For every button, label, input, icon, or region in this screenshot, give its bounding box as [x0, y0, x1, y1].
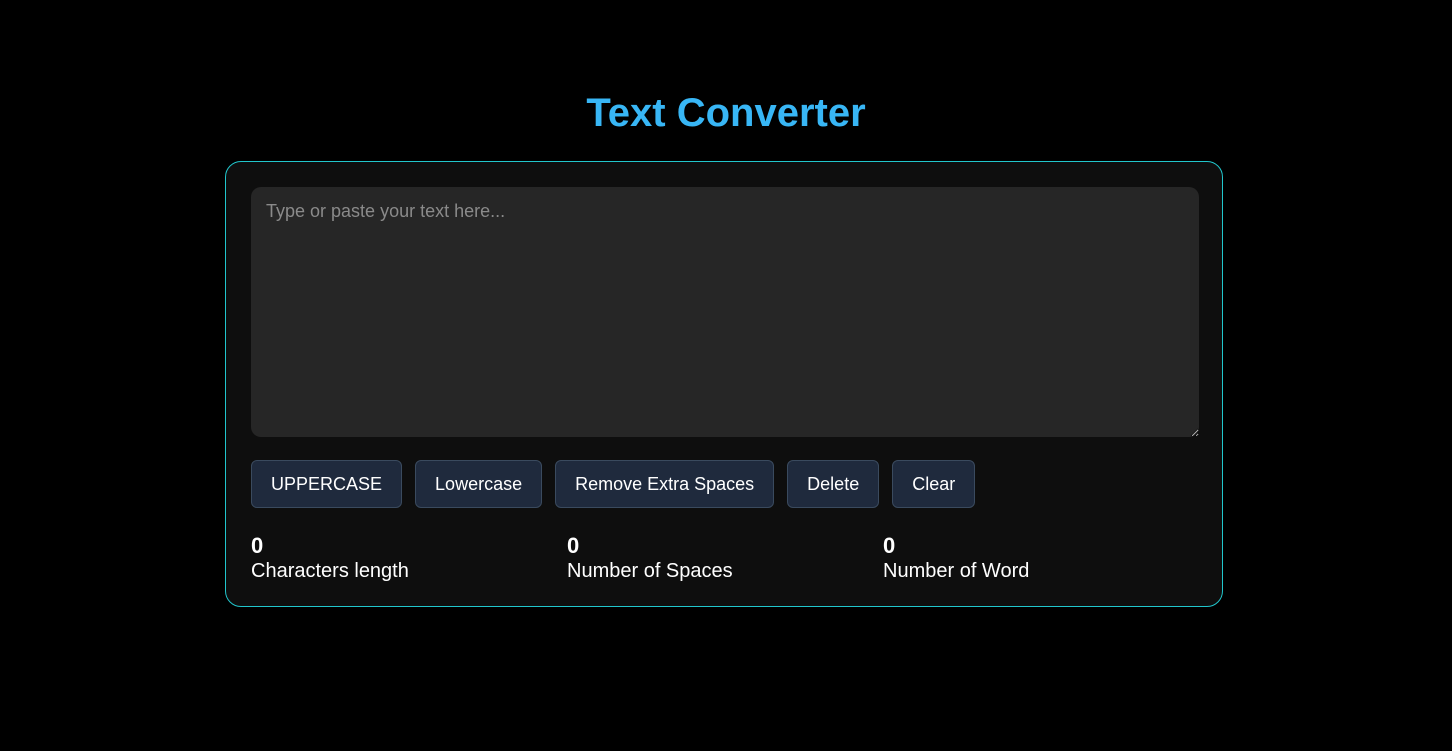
lowercase-button[interactable]: Lowercase [415, 460, 543, 508]
words-count: 0 [883, 533, 896, 558]
spaces-label: Number of Spaces [567, 560, 733, 582]
clear-button[interactable]: Clear [892, 460, 976, 508]
stat-spaces: 0 Number of Spaces [567, 534, 883, 584]
words-label: Number of Word [883, 560, 1030, 582]
converter-card: UPPERCASE Lowercase Remove Extra Spaces … [225, 161, 1223, 607]
stats-panel: 0 Characters length 0 Number of Spaces 0… [251, 534, 1199, 584]
spaces-count: 0 [567, 533, 580, 558]
page-title: Text Converter [586, 91, 866, 135]
stat-characters: 0 Characters length [251, 534, 567, 584]
delete-button[interactable]: Delete [787, 460, 880, 508]
stat-words: 0 Number of Word [883, 534, 1199, 584]
remove-extra-spaces-button[interactable]: Remove Extra Spaces [555, 460, 775, 508]
text-input[interactable] [251, 187, 1199, 437]
uppercase-button[interactable]: UPPERCASE [251, 460, 403, 508]
characters-label: Characters length [251, 560, 409, 582]
characters-count: 0 [251, 533, 264, 558]
action-buttons: UPPERCASE Lowercase Remove Extra Spaces … [251, 460, 976, 508]
